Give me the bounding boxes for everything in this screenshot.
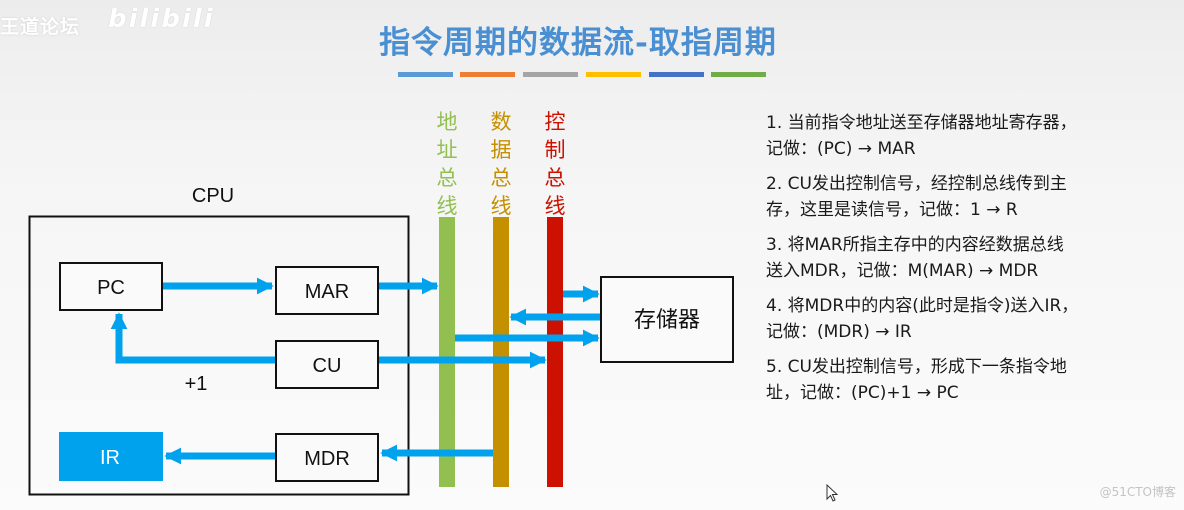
step-line: 1. 当前指令地址送至存储器地址寄存器， [766, 113, 1077, 133]
step-1: 1. 当前指令地址送至存储器地址寄存器， 记做：(PC) → MAR [766, 110, 1181, 162]
step-5: 5. CU发出控制信号，形成下一条指令地 址，记做：(PC)+1 → PC [766, 354, 1181, 406]
step-line: 送入MDR，记做：M(MAR) → MDR [766, 261, 1039, 281]
pc-label: PC [97, 277, 125, 299]
mar-label: MAR [305, 281, 349, 303]
step-2: 2. CU发出控制信号，经控制总线传到主 存，这里是读信号，记做：1 → R [766, 171, 1181, 223]
footer-watermark: @51CTO博客 [1099, 485, 1176, 499]
data-bus [493, 217, 509, 487]
step-line: 存，这里是读信号，记做：1 → R [766, 200, 1018, 220]
ir-label: IR [100, 447, 120, 469]
increment-label: +1 [185, 373, 208, 395]
step-line: 址，记做：(PC)+1 → PC [766, 383, 959, 403]
step-3: 3. 将MAR所指主存中的内容经数据总线 送入MDR，记做：M(MAR) → M… [766, 232, 1181, 284]
step-line: 记做：(PC) → MAR [766, 139, 916, 159]
mouse-cursor-icon [826, 484, 839, 502]
cpu-label: CPU [192, 185, 234, 207]
step-line: 5. CU发出控制信号，形成下一条指令地 [766, 357, 1067, 377]
control-bus [547, 217, 563, 487]
arrow-cu-to-pc [110, 312, 276, 364]
step-line: 2. CU发出控制信号，经控制总线传到主 [766, 174, 1067, 194]
data-flow-diagram: CPU PC MAR CU MDR IR +1 存储器 [28, 185, 734, 496]
step-line: 3. 将MAR所指主存中的内容经数据总线 [766, 235, 1064, 255]
step-line: 4. 将MDR中的内容(此时是指令)送入IR， [766, 296, 1079, 316]
step-line: 记做：(MDR) → IR [766, 322, 912, 342]
steps-list: 1. 当前指令地址送至存储器地址寄存器， 记做：(PC) → MAR 2. CU… [766, 110, 1181, 415]
mdr-label: MDR [304, 448, 350, 470]
cu-label: CU [313, 355, 342, 377]
address-bus [439, 217, 455, 487]
memory-label: 存储器 [634, 308, 700, 333]
step-4: 4. 将MDR中的内容(此时是指令)送入IR， 记做：(MDR) → IR [766, 293, 1181, 345]
